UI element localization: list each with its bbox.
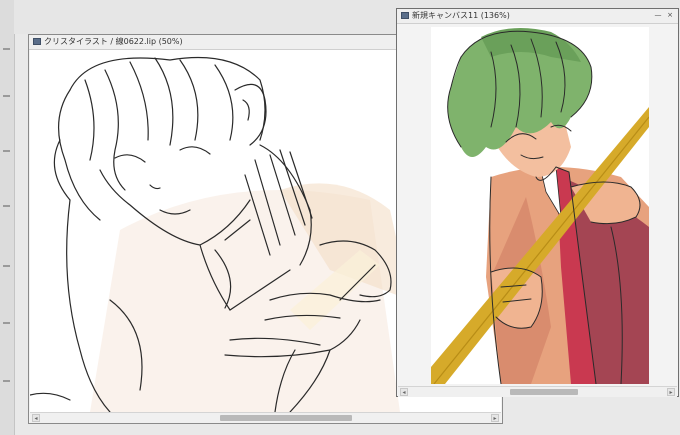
right-scroll-thumb[interactable] — [510, 389, 578, 395]
document-icon — [33, 38, 41, 45]
toolbar-tick — [3, 322, 10, 324]
toolbar-tick — [3, 380, 10, 382]
right-horizontal-scrollbar[interactable]: ◂ ▸ — [398, 386, 677, 397]
right-canvas[interactable] — [431, 27, 649, 384]
scroll-left-arrow-icon[interactable]: ◂ — [400, 388, 408, 396]
left-toolbar-strip — [0, 0, 15, 435]
toolbar-tick — [3, 205, 10, 207]
document-icon — [401, 12, 409, 19]
right-canvas-window[interactable]: 新規キャンバス11 (136%) — × ◂ ▸ — [396, 8, 679, 397]
toolbar-tick — [3, 150, 10, 152]
scroll-right-arrow-icon[interactable]: ▸ — [667, 388, 675, 396]
minimize-button[interactable]: — — [653, 11, 663, 20]
scroll-right-arrow-icon[interactable]: ▸ — [491, 414, 499, 422]
scroll-left-arrow-icon[interactable]: ◂ — [32, 414, 40, 422]
left-scroll-thumb[interactable] — [220, 415, 352, 421]
left-horizontal-scrollbar[interactable]: ◂ ▸ — [30, 412, 501, 423]
close-button[interactable]: × — [665, 11, 675, 20]
toolbar-tick — [3, 265, 10, 267]
left-window-title: クリスタイラスト / 線0622.lip (50%) — [44, 37, 183, 46]
right-window-titlebar[interactable]: 新規キャンバス11 (136%) — × — [397, 9, 678, 24]
toolbar-tick — [3, 95, 10, 97]
toolbar-tick — [3, 48, 10, 50]
colored-illustration — [431, 28, 649, 384]
right-window-title: 新規キャンバス11 (136%) — [412, 11, 510, 20]
